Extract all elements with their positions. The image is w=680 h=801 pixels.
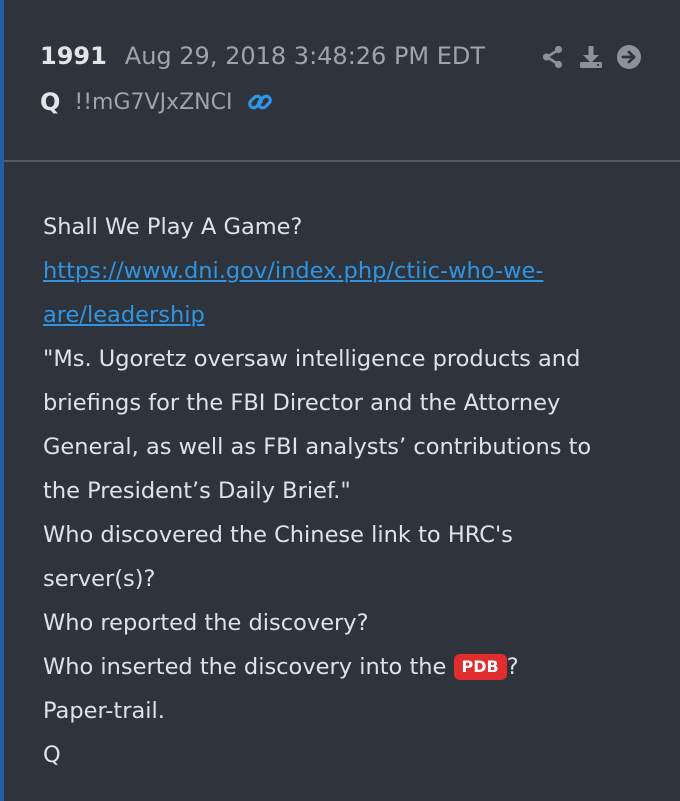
post-url-part2[interactable]: are/leadership bbox=[43, 302, 205, 328]
author-name: Q bbox=[40, 88, 61, 116]
question-mark: ? bbox=[506, 654, 519, 680]
quote-line: General, as well as FBI analysts’ contri… bbox=[43, 434, 592, 460]
post-url-link-continued[interactable]: are/leadership bbox=[43, 293, 643, 337]
post-header: 1991 Aug 29, 2018 3:48:26 PM EDT Q !!mG7… bbox=[4, 0, 680, 162]
quote-line: briefings for the FBI Director and the A… bbox=[43, 390, 561, 416]
author-row: Q !!mG7VJxZNCI bbox=[40, 88, 274, 116]
question-line: server(s)? bbox=[43, 566, 156, 592]
link-icon[interactable] bbox=[246, 88, 274, 116]
question-line: Who reported the discovery? bbox=[43, 610, 369, 636]
quote-line: the President’s Daily Brief." bbox=[43, 478, 351, 504]
question-line-with-badge: Who inserted the discovery into the PDB? bbox=[43, 645, 643, 689]
download-icon[interactable] bbox=[578, 44, 604, 70]
post-url-link[interactable]: https://www.dni.gov/index.php/ctiic-who-… bbox=[43, 249, 643, 293]
post-text-line: Shall We Play A Game? bbox=[43, 214, 303, 240]
post-timestamp: Aug 29, 2018 3:48:26 PM EDT bbox=[124, 42, 486, 70]
post-card: 1991 Aug 29, 2018 3:48:26 PM EDT Q !!mG7… bbox=[0, 0, 680, 801]
question-text: Who inserted the discovery into the bbox=[43, 654, 454, 680]
closing-line: Paper-trail. bbox=[43, 698, 165, 724]
pdb-badge: PDB bbox=[453, 654, 507, 680]
post-body: Shall We Play A Game? https://www.dni.go… bbox=[43, 205, 643, 777]
quote-line: "Ms. Ugoretz oversaw intelligence produc… bbox=[43, 346, 581, 372]
share-icon[interactable] bbox=[540, 44, 566, 70]
post-number: 1991 bbox=[40, 42, 107, 70]
post-meta-row: 1991 Aug 29, 2018 3:48:26 PM EDT bbox=[40, 42, 485, 70]
post-actions bbox=[540, 44, 642, 70]
forward-arrow-icon[interactable] bbox=[616, 44, 642, 70]
post-url-part1[interactable]: https://www.dni.gov/index.php/ctiic-who-… bbox=[43, 258, 543, 284]
author-tripcode: !!mG7VJxZNCI bbox=[74, 89, 233, 115]
signature: Q bbox=[43, 742, 61, 768]
question-line: Who discovered the Chinese link to HRC's bbox=[43, 522, 513, 548]
